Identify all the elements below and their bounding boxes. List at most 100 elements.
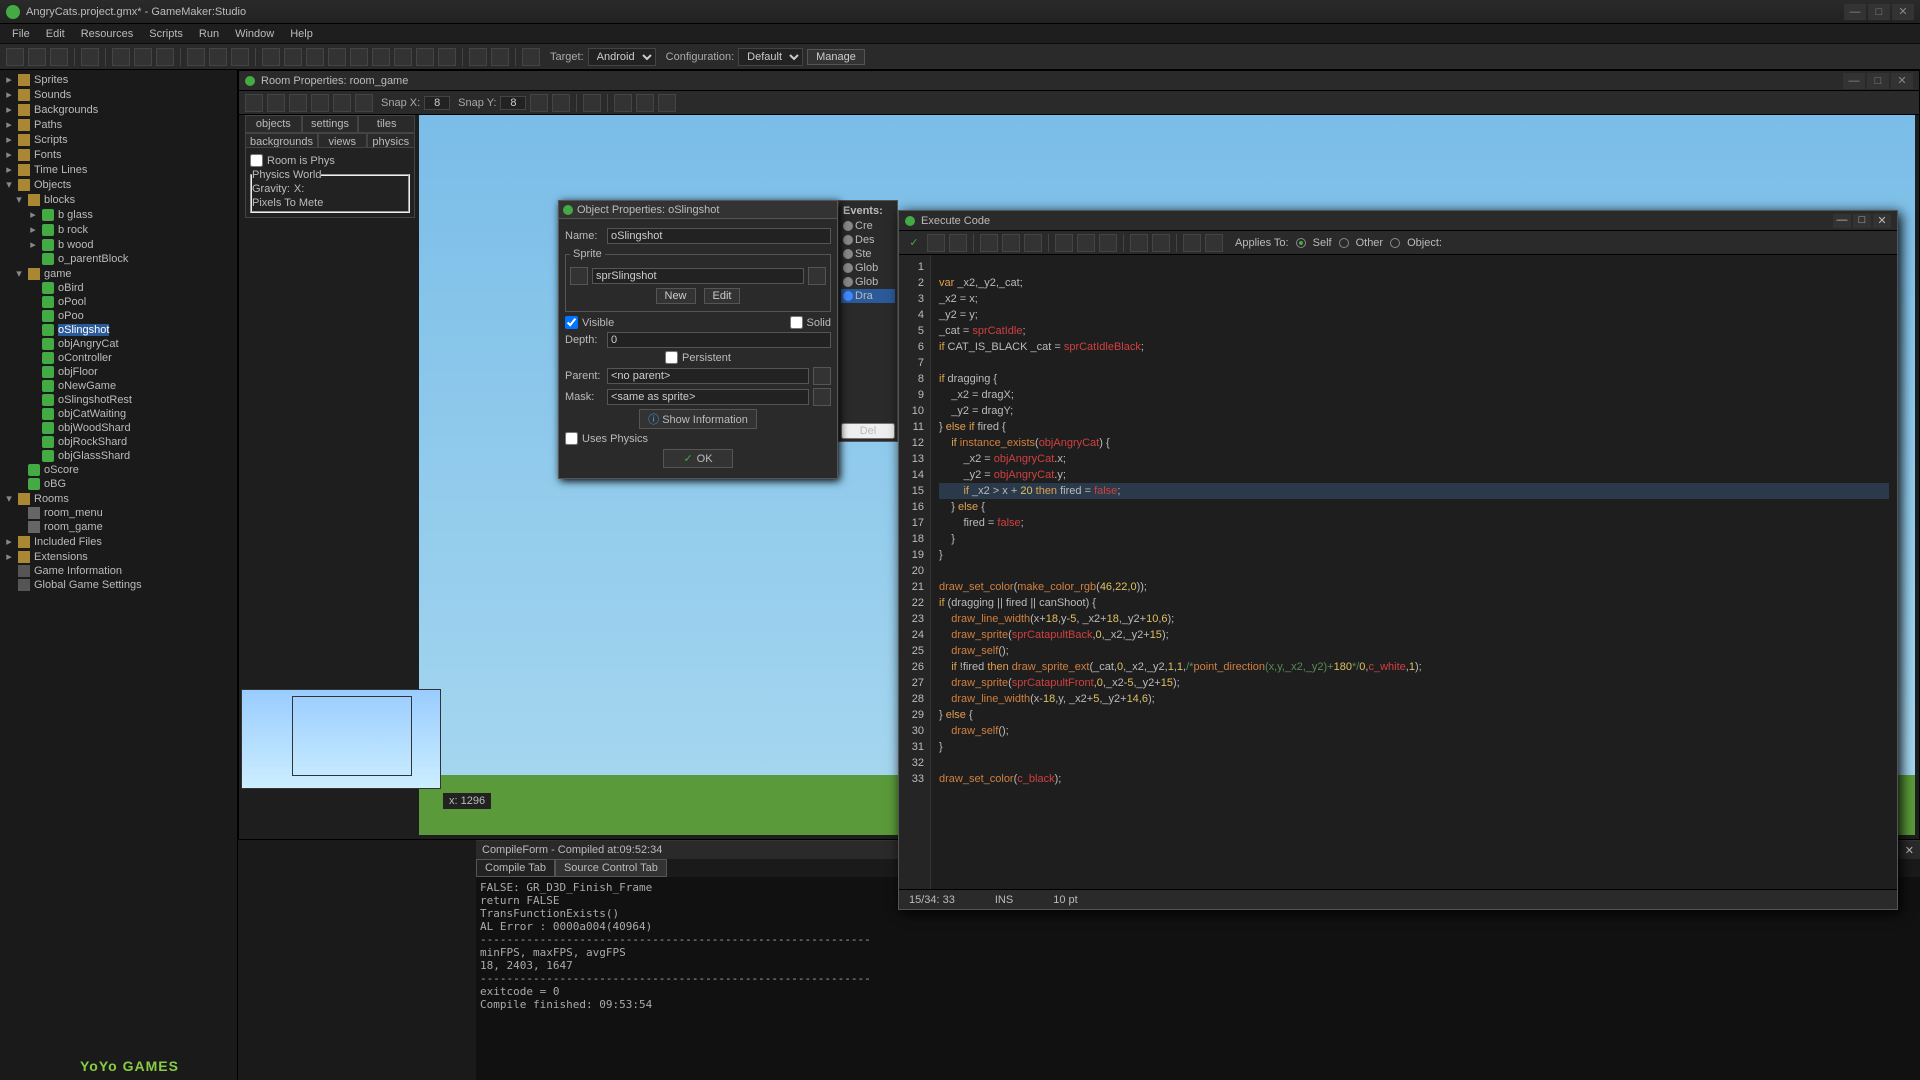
tree-item[interactable]: objRockShard xyxy=(58,436,127,448)
compile-close-button[interactable]: ✕ xyxy=(1905,844,1914,857)
tree-blocks[interactable]: blocks xyxy=(44,194,75,206)
tree-item[interactable]: objFloor xyxy=(58,366,98,378)
run-button[interactable] xyxy=(112,48,130,66)
config-select[interactable]: Default xyxy=(738,48,803,66)
tree-globals[interactable]: Global Game Settings xyxy=(34,579,142,591)
copy-button[interactable] xyxy=(1077,234,1095,252)
visible-checkbox[interactable] xyxy=(565,316,578,329)
code-tool[interactable] xyxy=(949,234,967,252)
room-tool[interactable] xyxy=(311,94,329,112)
tree-item[interactable]: objGlassShard xyxy=(58,450,130,462)
room-ok-button[interactable] xyxy=(245,94,263,112)
cut-button[interactable] xyxy=(1055,234,1073,252)
grid-button[interactable] xyxy=(530,94,548,112)
target-select[interactable]: Android xyxy=(588,48,656,66)
tree-item[interactable]: b glass xyxy=(58,209,93,221)
mask-browse-button[interactable] xyxy=(813,388,831,406)
room-button[interactable] xyxy=(438,48,456,66)
code-close-button[interactable]: ✕ xyxy=(1873,214,1891,228)
tree-item[interactable]: oBird xyxy=(58,282,84,294)
open-project-button[interactable] xyxy=(28,48,46,66)
tab-tiles[interactable]: tiles xyxy=(358,115,415,133)
depth-input[interactable] xyxy=(607,332,831,348)
sound-button[interactable] xyxy=(284,48,302,66)
code-max-button[interactable]: □ xyxy=(1853,214,1871,228)
tree-item[interactable]: room_game xyxy=(44,521,103,533)
source-control-tab[interactable]: Source Control Tab xyxy=(555,859,667,877)
tree-sprites[interactable]: Sprites xyxy=(34,74,68,86)
manage-button[interactable]: Manage xyxy=(807,49,865,65)
mask-input[interactable] xyxy=(607,389,809,405)
new-project-button[interactable] xyxy=(6,48,24,66)
settings-button[interactable] xyxy=(469,48,487,66)
extensions-button[interactable] xyxy=(491,48,509,66)
uses-physics-checkbox[interactable] xyxy=(565,432,578,445)
code-min-button[interactable]: — xyxy=(1833,214,1851,228)
find-button[interactable] xyxy=(1130,234,1148,252)
menu-run[interactable]: Run xyxy=(191,26,227,42)
persistent-checkbox[interactable] xyxy=(665,351,678,364)
zoom-button[interactable] xyxy=(583,94,601,112)
tree-item[interactable]: o_parentBlock xyxy=(58,253,128,265)
code-tool[interactable] xyxy=(1205,234,1223,252)
sprite-button[interactable] xyxy=(262,48,280,66)
tb-icon[interactable] xyxy=(209,48,227,66)
ok-button[interactable]: ✓OK xyxy=(663,449,733,468)
menu-help[interactable]: Help xyxy=(282,26,321,42)
sprite-browse-button[interactable] xyxy=(808,267,826,285)
tb-icon[interactable] xyxy=(187,48,205,66)
tb-icon[interactable] xyxy=(231,48,249,66)
code-tool[interactable] xyxy=(980,234,998,252)
code-area[interactable]: 1234567891011121314151617181920212223242… xyxy=(899,255,1897,889)
code-tool[interactable] xyxy=(1183,234,1201,252)
room-tool[interactable] xyxy=(333,94,351,112)
tree-item[interactable]: oScore xyxy=(44,464,79,476)
close-button[interactable]: ✕ xyxy=(1892,4,1914,20)
tree-gameinfo[interactable]: Game Information xyxy=(34,565,122,577)
redo-button[interactable] xyxy=(1024,234,1042,252)
code-body[interactable]: var _x2,_y2,_cat;_x2 = x;_y2 = y;_cat = … xyxy=(931,255,1897,889)
script-button[interactable] xyxy=(350,48,368,66)
create-exe-button[interactable] xyxy=(81,48,99,66)
tree-backgrounds[interactable]: Backgrounds xyxy=(34,104,98,116)
zoom-out-button[interactable] xyxy=(614,94,632,112)
parent-input[interactable] xyxy=(607,368,809,384)
room-minimap[interactable] xyxy=(241,689,441,789)
menu-scripts[interactable]: Scripts xyxy=(141,26,191,42)
background-button[interactable] xyxy=(306,48,324,66)
event-item[interactable]: Glob xyxy=(841,275,895,289)
tree-item[interactable]: oPoo xyxy=(58,310,84,322)
stop-button[interactable] xyxy=(156,48,174,66)
tree-item[interactable]: objCatWaiting xyxy=(58,408,126,420)
tree-item[interactable]: b rock xyxy=(58,224,88,236)
save-button[interactable] xyxy=(50,48,68,66)
room-header[interactable]: Room Properties: room_game — □ ✕ xyxy=(239,71,1919,91)
event-item[interactable]: Ste xyxy=(841,247,895,261)
compile-tab[interactable]: Compile Tab xyxy=(476,859,555,877)
sprite-preview[interactable] xyxy=(570,267,588,285)
event-item[interactable]: Glob xyxy=(841,261,895,275)
solid-checkbox[interactable] xyxy=(790,316,803,329)
tree-item[interactable]: oPool xyxy=(58,296,86,308)
room-max-button[interactable]: □ xyxy=(1867,73,1889,89)
tree-item[interactable]: b wood xyxy=(58,239,93,251)
resource-tree[interactable]: ▸Sprites ▸Sounds ▸Backgrounds ▸Paths ▸Sc… xyxy=(0,70,238,1080)
tree-item-selected[interactable]: oSlingshot xyxy=(58,324,109,336)
menu-resources[interactable]: Resources xyxy=(73,26,142,42)
objprops-header[interactable]: Object Properties: oSlingshot xyxy=(559,201,837,219)
timeline-button[interactable] xyxy=(394,48,412,66)
code-header[interactable]: Execute Code — □ ✕ xyxy=(899,211,1897,231)
tree-included[interactable]: Included Files xyxy=(34,536,102,548)
tree-item[interactable]: objWoodShard xyxy=(58,422,131,434)
room-tool[interactable] xyxy=(289,94,307,112)
paste-button[interactable] xyxy=(1099,234,1117,252)
tree-scripts[interactable]: Scripts xyxy=(34,134,68,146)
zoom-reset-button[interactable] xyxy=(636,94,654,112)
object-radio[interactable] xyxy=(1390,238,1400,248)
help-button[interactable] xyxy=(522,48,540,66)
room-physics-checkbox[interactable] xyxy=(250,154,263,167)
debug-button[interactable] xyxy=(134,48,152,66)
maximize-button[interactable]: □ xyxy=(1868,4,1890,20)
tree-item[interactable]: oNewGame xyxy=(58,380,116,392)
iso-button[interactable] xyxy=(552,94,570,112)
